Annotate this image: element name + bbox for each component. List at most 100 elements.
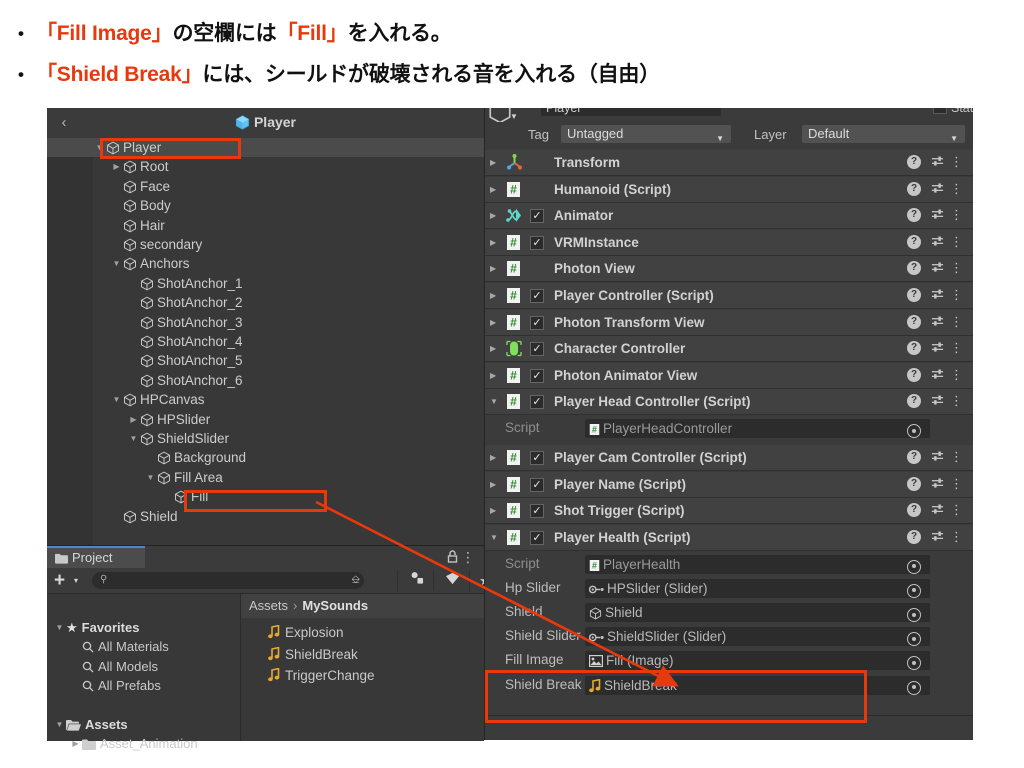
kebab-menu-icon[interactable]: ⋮	[950, 475, 963, 493]
help-icon[interactable]: ?	[907, 155, 921, 169]
chevron-down-icon[interactable]: ▼	[490, 533, 498, 542]
project-tree-item-asset-animation[interactable]: ▶ Asset_Animation	[47, 734, 241, 753]
component-enabled-checkbox[interactable]: ✓	[530, 504, 544, 519]
property-value-field[interactable]: ShieldSlider (Slider)	[585, 627, 930, 647]
preset-icon[interactable]	[931, 182, 944, 198]
chevron-right-icon[interactable]: ▶	[490, 371, 496, 380]
hierarchy-item-hpslider[interactable]: ▶ HPSlider	[47, 410, 484, 429]
preset-icon[interactable]	[931, 315, 944, 331]
kebab-menu-icon[interactable]: ⋮	[950, 206, 963, 224]
asset-item-triggerchange[interactable]: TriggerChange	[241, 665, 484, 686]
component-enabled-checkbox[interactable]: ✓	[530, 342, 544, 357]
project-tree-item-favorites[interactable]: ▼ ★ Favorites	[47, 618, 241, 637]
help-icon[interactable]: ?	[907, 394, 921, 409]
component-header-photon-animator-view[interactable]: ▶ # ✓ Photon Animator View? ⋮	[485, 362, 973, 389]
preset-icon[interactable]	[931, 261, 944, 277]
kebab-menu-icon[interactable]: ⋮	[950, 339, 963, 357]
property-value-field[interactable]: HPSlider (Slider)	[585, 578, 930, 598]
help-icon[interactable]: ?	[907, 234, 921, 249]
hierarchy-item-shieldslider[interactable]: ▼ ShieldSlider	[47, 429, 484, 448]
property-row-script[interactable]: Script # PlayerHealth	[485, 551, 973, 576]
hierarchy-item-player[interactable]: ▼ Player	[47, 138, 484, 157]
object-picker-icon[interactable]	[907, 608, 921, 622]
chevron-right-icon[interactable]: ▶	[490, 291, 496, 300]
chevron-right-icon[interactable]: ▶	[69, 734, 82, 753]
help-icon[interactable]: ?	[907, 261, 921, 276]
property-row-shield-break[interactable]: Shield Break ShieldBreak	[485, 672, 973, 697]
component-enabled-checkbox[interactable]: ✓	[530, 289, 544, 303]
chevron-right-icon[interactable]: ▶	[490, 185, 496, 194]
hierarchy-item-hair[interactable]: ▶ Hair	[47, 216, 484, 235]
hierarchy-item-anchors[interactable]: ▼ Anchors	[47, 254, 484, 273]
kebab-menu-icon[interactable]: ⋮	[950, 392, 963, 410]
component-enabled-checkbox[interactable]: ✓	[530, 531, 544, 545]
project-tree-item-all-prefabs[interactable]: ▶ All Prefabs	[47, 676, 241, 695]
component-enabled-checkbox[interactable]: ✓	[530, 477, 544, 492]
preset-icon[interactable]	[931, 368, 944, 384]
kebab-menu-icon[interactable]: ⋮	[950, 528, 963, 546]
chevron-down-icon[interactable]: ▼	[510, 112, 518, 121]
component-header-character-controller[interactable]: ▶ ✓ Character Controller? ⋮	[485, 336, 973, 363]
component-header-humanoid-script-[interactable]: ▶ # Humanoid (Script)? ⋮	[485, 176, 973, 203]
help-icon[interactable]: ?	[907, 503, 921, 518]
help-icon[interactable]: ?	[907, 450, 921, 465]
kebab-menu-icon[interactable]: ⋮	[950, 286, 963, 304]
component-header-vrminstance[interactable]: ▶ # ✓ VRMInstance? ⋮	[485, 229, 973, 256]
chevron-right-icon[interactable]: ▶	[490, 480, 496, 489]
help-icon[interactable]: ?	[907, 288, 921, 302]
kebab-menu-icon[interactable]: ⋮	[950, 233, 963, 251]
component-header-player-cam-controller-script-[interactable]: ▶ # ✓ Player Cam Controller (Script)? ⋮	[485, 445, 973, 472]
chevron-right-icon[interactable]: ▶	[490, 318, 496, 327]
component-header-player-health-script-[interactable]: ▼ # ✓ Player Health (Script)? ⋮	[485, 525, 973, 551]
project-tree-item-assets[interactable]: ▼ Assets	[47, 715, 241, 734]
chevron-right-icon[interactable]: ▶	[490, 506, 496, 515]
chevron-down-icon[interactable]: ▼	[53, 618, 66, 637]
help-icon[interactable]: ?	[907, 208, 921, 223]
chevron-right-icon[interactable]: ▶	[110, 157, 123, 176]
preset-icon[interactable]	[931, 477, 944, 493]
object-name-field[interactable]: Player	[541, 108, 721, 116]
object-picker-icon[interactable]	[907, 656, 921, 671]
hierarchy-item-root[interactable]: ▶ Root	[47, 157, 484, 176]
kebab-menu-icon[interactable]: ⋮	[950, 153, 963, 171]
hierarchy-item-secondary[interactable]: ▶ secondary	[47, 235, 484, 254]
hierarchy-item-background[interactable]: ▶ Background	[47, 448, 484, 467]
lock-icon[interactable]	[447, 550, 458, 566]
component-enabled-checkbox[interactable]: ✓	[530, 235, 544, 250]
kebab-menu-icon[interactable]: ⋮	[461, 548, 475, 566]
help-icon[interactable]: ?	[907, 341, 921, 356]
chevron-right-icon[interactable]: ▶	[490, 264, 496, 273]
chevron-right-icon[interactable]: ▶	[490, 344, 496, 353]
property-value-field[interactable]: Fill (Image)	[585, 651, 930, 671]
chevron-down-icon[interactable]: ▼	[127, 429, 140, 448]
hierarchy-item-shotanchor-4[interactable]: ▶ ShotAnchor_4	[47, 332, 484, 351]
hierarchy-item-shield[interactable]: ▶ Shield	[47, 507, 484, 526]
object-picker-icon[interactable]	[907, 583, 921, 598]
property-value-field[interactable]: Shield	[585, 603, 930, 622]
component-header-player-controller-script-[interactable]: ▶ # ✓ Player Controller (Script)? ⋮	[485, 283, 973, 309]
component-enabled-checkbox[interactable]: ✓	[530, 368, 544, 383]
component-header-animator[interactable]: ▶ ✓ Animator? ⋮	[485, 203, 973, 230]
object-picker-icon[interactable]	[907, 680, 921, 695]
search-input[interactable]	[114, 572, 348, 591]
kebab-menu-icon[interactable]: ⋮	[950, 501, 963, 519]
chevron-down-icon[interactable]: ▼	[490, 397, 498, 406]
chevron-right-icon[interactable]: ▶	[490, 453, 496, 462]
object-picker-icon[interactable]	[907, 559, 921, 574]
asset-item-shieldbreak[interactable]: ShieldBreak	[241, 644, 484, 665]
component-header-photon-transform-view[interactable]: ▶ # ✓ Photon Transform View? ⋮	[485, 309, 973, 336]
preset-icon[interactable]	[931, 530, 944, 546]
help-icon[interactable]: ?	[907, 476, 921, 491]
hierarchy-item-shotanchor-5[interactable]: ▶ ShotAnchor_5	[47, 351, 484, 370]
property-row-script[interactable]: Script # PlayerHeadController	[485, 416, 973, 440]
chevron-right-icon[interactable]: ▶	[490, 211, 496, 220]
chevron-down-icon[interactable]: ▼	[144, 468, 157, 487]
breadcrumb-root[interactable]: Assets	[249, 598, 288, 613]
component-enabled-checkbox[interactable]: ✓	[530, 451, 544, 466]
component-header-transform[interactable]: ▶ Transform? ⋮	[485, 150, 973, 176]
hierarchy-item-shotanchor-2[interactable]: ▶ ShotAnchor_2	[47, 293, 484, 312]
layer-dropdown[interactable]: Default ▼	[802, 125, 965, 143]
property-row-shield-slider[interactable]: Shield Slider ShieldSlider (Slider)	[485, 624, 973, 649]
chevron-down-icon[interactable]: ▼	[110, 254, 123, 273]
search-field[interactable]: ⚲ ⎒	[92, 572, 364, 591]
